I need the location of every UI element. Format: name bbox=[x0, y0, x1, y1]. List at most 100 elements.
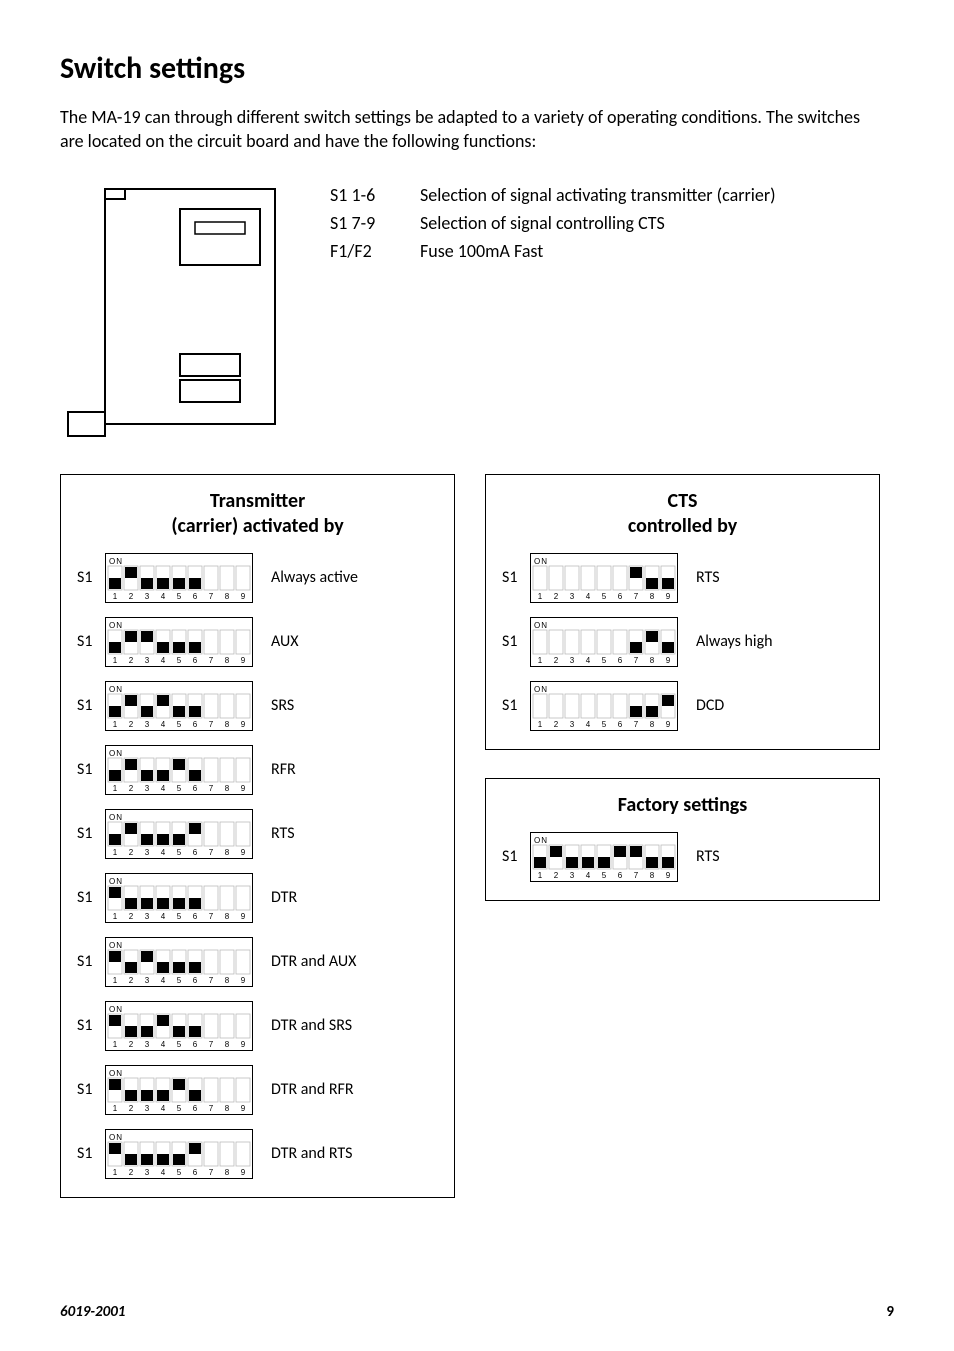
svg-text:1: 1 bbox=[113, 1040, 118, 1049]
switch-id-label: S1 bbox=[77, 632, 105, 651]
switch-id-label: S1 bbox=[77, 952, 105, 971]
svg-text:2: 2 bbox=[554, 720, 559, 729]
svg-text:5: 5 bbox=[602, 656, 607, 665]
svg-text:2: 2 bbox=[554, 656, 559, 665]
signal-label: S1 7-9 bbox=[330, 212, 420, 234]
dip-row-label: RTS bbox=[271, 824, 438, 843]
svg-text:7: 7 bbox=[634, 720, 639, 729]
svg-text:8: 8 bbox=[225, 848, 230, 857]
svg-text:3: 3 bbox=[145, 656, 150, 665]
dip-row: S1ON123456789RTS bbox=[77, 809, 438, 859]
svg-text:8: 8 bbox=[650, 656, 655, 665]
svg-text:2: 2 bbox=[129, 1104, 134, 1113]
dip-row-label: RTS bbox=[696, 847, 863, 866]
svg-text:2: 2 bbox=[129, 592, 134, 601]
dip-switch-diagram: ON123456789 bbox=[530, 553, 678, 603]
svg-text:4: 4 bbox=[161, 848, 166, 857]
svg-text:1: 1 bbox=[538, 592, 543, 601]
switch-id-label: S1 bbox=[77, 1080, 105, 1099]
svg-text:9: 9 bbox=[241, 720, 246, 729]
dip-row: S1ON123456789RTS bbox=[502, 553, 863, 603]
switch-id-label: S1 bbox=[77, 888, 105, 907]
svg-text:8: 8 bbox=[225, 784, 230, 793]
svg-text:5: 5 bbox=[177, 1040, 182, 1049]
svg-text:4: 4 bbox=[161, 656, 166, 665]
svg-text:5: 5 bbox=[602, 592, 607, 601]
dip-row: S1ON123456789DTR and RFR bbox=[77, 1065, 438, 1115]
dip-row: S1ON123456789Always high bbox=[502, 617, 863, 667]
svg-text:4: 4 bbox=[161, 976, 166, 985]
svg-text:7: 7 bbox=[209, 784, 214, 793]
svg-text:ON: ON bbox=[534, 836, 548, 845]
svg-text:2: 2 bbox=[129, 720, 134, 729]
switch-id-label: S1 bbox=[77, 760, 105, 779]
factory-panel: Factory settings S1ON123456789RTS bbox=[485, 778, 880, 901]
signal-desc: Fuse 100mA Fast bbox=[420, 240, 543, 262]
svg-text:9: 9 bbox=[241, 1168, 246, 1177]
svg-text:9: 9 bbox=[241, 1040, 246, 1049]
svg-text:1: 1 bbox=[113, 656, 118, 665]
svg-text:4: 4 bbox=[161, 912, 166, 921]
signal-desc: Selection of signal activating transmitt… bbox=[420, 184, 776, 206]
svg-text:6: 6 bbox=[193, 848, 198, 857]
dip-switch-diagram: ON123456789 bbox=[105, 809, 253, 859]
dip-row: S1ON123456789AUX bbox=[77, 617, 438, 667]
svg-text:4: 4 bbox=[161, 1040, 166, 1049]
svg-text:3: 3 bbox=[570, 656, 575, 665]
switch-id-label: S1 bbox=[502, 568, 530, 587]
svg-text:ON: ON bbox=[109, 621, 123, 630]
svg-text:3: 3 bbox=[570, 871, 575, 880]
svg-text:1: 1 bbox=[538, 871, 543, 880]
svg-text:2: 2 bbox=[129, 912, 134, 921]
svg-text:6: 6 bbox=[193, 1040, 198, 1049]
signal-table: S1 1-6 Selection of signal activating tr… bbox=[330, 184, 776, 444]
svg-text:1: 1 bbox=[538, 656, 543, 665]
svg-text:9: 9 bbox=[241, 592, 246, 601]
svg-text:8: 8 bbox=[650, 720, 655, 729]
dip-row: S1ON123456789DTR and SRS bbox=[77, 1001, 438, 1051]
svg-text:ON: ON bbox=[109, 749, 123, 758]
svg-text:9: 9 bbox=[241, 1104, 246, 1113]
svg-text:ON: ON bbox=[534, 685, 548, 694]
svg-text:8: 8 bbox=[225, 912, 230, 921]
svg-text:3: 3 bbox=[145, 848, 150, 857]
svg-text:5: 5 bbox=[177, 976, 182, 985]
switch-id-label: S1 bbox=[502, 696, 530, 715]
svg-text:3: 3 bbox=[145, 784, 150, 793]
svg-text:9: 9 bbox=[241, 784, 246, 793]
dip-row-label: RTS bbox=[696, 568, 863, 587]
svg-text:4: 4 bbox=[586, 656, 591, 665]
svg-text:3: 3 bbox=[145, 1168, 150, 1177]
svg-text:ON: ON bbox=[534, 557, 548, 566]
svg-text:4: 4 bbox=[586, 720, 591, 729]
svg-text:5: 5 bbox=[177, 912, 182, 921]
svg-text:1: 1 bbox=[538, 720, 543, 729]
dip-switch-diagram: ON123456789 bbox=[105, 745, 253, 795]
svg-text:2: 2 bbox=[129, 1040, 134, 1049]
page-footer: 6019-2001 9 bbox=[60, 1303, 894, 1321]
transmitter-panel: Transmitter (carrier) activated by S1ON1… bbox=[60, 474, 455, 1198]
panel-title: Factory settings bbox=[502, 793, 863, 818]
dip-row-label: RFR bbox=[271, 760, 438, 779]
svg-text:2: 2 bbox=[129, 1168, 134, 1177]
svg-text:6: 6 bbox=[618, 656, 623, 665]
svg-text:6: 6 bbox=[193, 912, 198, 921]
svg-text:9: 9 bbox=[241, 848, 246, 857]
svg-text:1: 1 bbox=[113, 976, 118, 985]
svg-text:9: 9 bbox=[666, 871, 671, 880]
svg-text:ON: ON bbox=[109, 877, 123, 886]
svg-text:7: 7 bbox=[209, 720, 214, 729]
intro-paragraph: The MA-19 can through different switch s… bbox=[60, 105, 880, 154]
dip-switch-diagram: ON123456789 bbox=[105, 1129, 253, 1179]
svg-text:ON: ON bbox=[109, 1069, 123, 1078]
svg-text:7: 7 bbox=[209, 848, 214, 857]
dip-row: S1ON123456789RFR bbox=[77, 745, 438, 795]
dip-row-label: DTR and RFR bbox=[271, 1080, 438, 1099]
svg-text:3: 3 bbox=[570, 592, 575, 601]
svg-text:9: 9 bbox=[241, 912, 246, 921]
svg-text:4: 4 bbox=[586, 871, 591, 880]
svg-text:9: 9 bbox=[666, 656, 671, 665]
svg-text:2: 2 bbox=[554, 592, 559, 601]
svg-text:1: 1 bbox=[113, 1104, 118, 1113]
svg-text:ON: ON bbox=[534, 621, 548, 630]
